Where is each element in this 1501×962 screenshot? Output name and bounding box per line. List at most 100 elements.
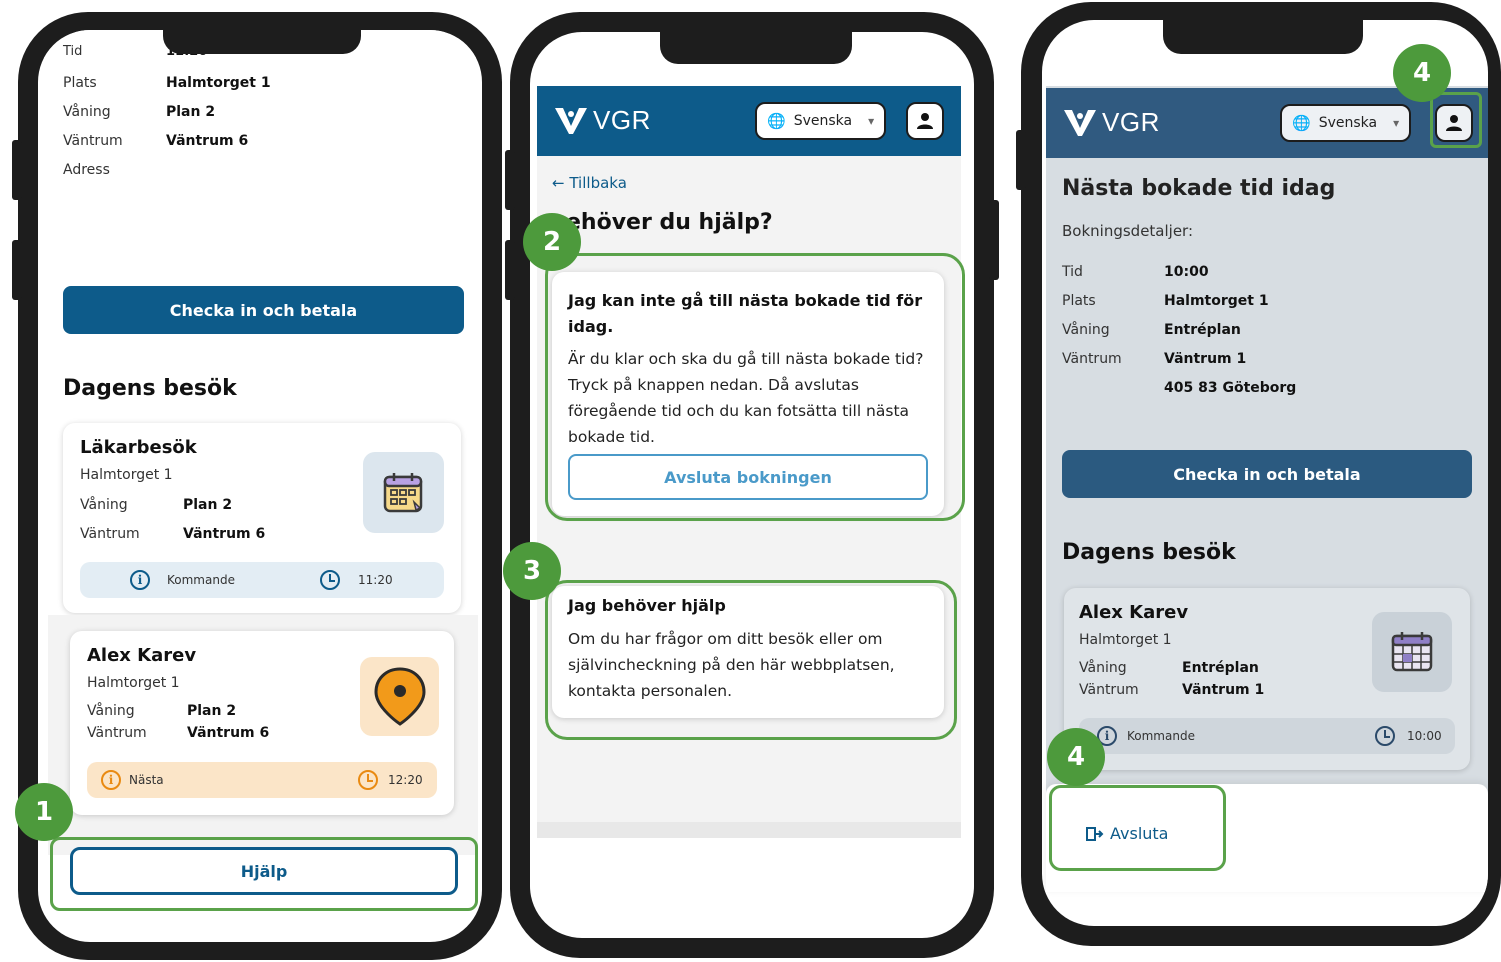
status-bar: i Kommande 10:00 <box>1079 718 1455 754</box>
info-icon: i <box>130 570 150 590</box>
card-title: Läkarbesök <box>80 437 197 458</box>
highlight-box-2 <box>545 580 957 740</box>
detail-label-vantrum: Väntrum <box>63 133 123 149</box>
vgr-logo-icon <box>555 108 587 134</box>
location-pin-icon <box>373 666 426 726</box>
clock-icon <box>320 570 340 590</box>
visit-card-2[interactable]: Alex Karev Halmtorget 1 Våning Plan 2 Vä… <box>70 631 454 815</box>
logo-text: VGR <box>593 104 651 135</box>
section-title: Dagens besök <box>1062 540 1236 565</box>
detail-label-plats: Plats <box>63 75 97 91</box>
page-subtitle: Bokningsdetaljer: <box>1062 222 1194 240</box>
detail-label-vaning: Våning <box>63 104 111 120</box>
phone-notch <box>660 32 852 64</box>
language-select[interactable]: 🌐 Svenska ▾ <box>755 102 887 140</box>
card-vaning-label: Våning <box>1079 660 1127 676</box>
card-title: Alex Karev <box>1079 602 1189 623</box>
detail-value-vaning: Plan 2 <box>166 104 216 120</box>
calendar-icon <box>1391 632 1433 672</box>
card-vantrum-value: Väntrum 6 <box>183 526 266 542</box>
detail-value-vaning: Entréplan <box>1164 322 1241 338</box>
status-time: 11:20 <box>358 573 393 587</box>
page-title: ehöver du hjälp? <box>566 210 773 235</box>
calendar-tile <box>1372 612 1452 692</box>
step-badge-4-top: 4 <box>1393 44 1451 102</box>
status-time: 10:00 <box>1407 729 1442 743</box>
detail-value-vantrum: Väntrum 1 <box>1164 351 1247 367</box>
tid-label: Tid <box>63 44 83 59</box>
card-vaning-value: Entréplan <box>1182 660 1259 676</box>
checkin-button[interactable]: Checka in och betala <box>63 286 464 334</box>
status-text: Kommande <box>1127 729 1195 743</box>
globe-icon: 🌐 <box>1292 114 1311 132</box>
calendar-icon <box>383 472 422 512</box>
detail-label-vantrum: Väntrum <box>1062 351 1122 367</box>
vgr-logo[interactable]: VGR <box>1062 106 1160 138</box>
back-label: Tillbaka <box>569 174 627 192</box>
card-vaning-label: Våning <box>80 497 128 513</box>
side-button <box>989 200 999 280</box>
page-title: Nästa bokade tid idag <box>1062 176 1336 201</box>
highlight-logout <box>1049 785 1226 871</box>
card-vaning-label: Våning <box>87 703 135 719</box>
language-select[interactable]: 🌐 Svenska ▾ <box>1280 104 1412 142</box>
card-vantrum-label: Väntrum <box>80 526 140 542</box>
card-vantrum-label: Väntrum <box>87 725 147 741</box>
step-badge-2: 2 <box>523 213 581 271</box>
highlight-user-menu <box>1430 92 1482 148</box>
highlight-box-1 <box>545 253 965 521</box>
step-badge-1: 1 <box>15 783 73 841</box>
detail-label-vaning: Våning <box>1062 322 1110 338</box>
user-icon <box>917 113 933 129</box>
visit-card[interactable]: Alex Karev Halmtorget 1 Våning Entréplan… <box>1064 588 1470 770</box>
side-button <box>505 150 515 210</box>
chevron-down-icon: ▾ <box>868 114 875 128</box>
card-vantrum-label: Väntrum <box>1079 682 1139 698</box>
detail-value-plats: Halmtorget 1 <box>166 75 271 91</box>
detail-value-address: 405 83 Göteborg <box>1164 380 1297 396</box>
section-title: Dagens besök <box>63 376 237 401</box>
phone-notch <box>163 30 361 54</box>
back-link[interactable]: ← Tillbaka <box>552 174 627 192</box>
detail-label-plats: Plats <box>1062 293 1096 309</box>
clock-icon <box>1375 726 1395 746</box>
clock-icon <box>358 770 378 790</box>
step-badge-4-bottom: 4 <box>1047 728 1105 786</box>
arrow-left-icon: ← <box>552 174 565 192</box>
chevron-down-icon: ▾ <box>1393 116 1400 130</box>
status-bar: i Nästa 12:20 <box>87 762 437 798</box>
status-text: Kommande <box>167 573 235 587</box>
globe-icon: 🌐 <box>767 112 786 130</box>
detail-label-adress: Adress <box>63 162 110 178</box>
vgr-logo-icon <box>1064 110 1096 136</box>
detail-value-vantrum: Väntrum 6 <box>166 133 249 149</box>
side-button <box>12 140 22 200</box>
phone-screen-1: Tid 11:20 Plats Halmtorget 1 Våning Plan… <box>38 30 482 942</box>
phone-notch <box>1163 20 1363 54</box>
card-vantrum-value: Väntrum 1 <box>1182 682 1265 698</box>
status-bar: i Kommande 11:20 <box>80 562 444 598</box>
highlight-help <box>50 837 478 911</box>
card-subtitle: Halmtorget 1 <box>1079 632 1172 648</box>
card-subtitle: Halmtorget 1 <box>80 467 173 483</box>
language-label: Svenska <box>793 113 853 129</box>
language-label: Svenska <box>1318 115 1378 131</box>
logo-text: VGR <box>1102 106 1160 137</box>
card-vaning-value: Plan 2 <box>183 497 233 513</box>
detail-value-plats: Halmtorget 1 <box>1164 293 1269 309</box>
vgr-logo[interactable]: VGR <box>553 104 651 136</box>
card-title: Alex Karev <box>87 645 197 666</box>
status-time: 12:20 <box>388 773 423 787</box>
calendar-tile <box>363 452 444 533</box>
side-button <box>505 240 515 300</box>
card-vaning-value: Plan 2 <box>187 703 237 719</box>
detail-label-tid: Tid <box>1062 264 1083 280</box>
checkin-button[interactable]: Checka in och betala <box>1062 450 1472 498</box>
visit-card-1[interactable]: Läkarbesök Halmtorget 1 Våning Plan 2 Vä… <box>63 423 461 613</box>
side-button <box>1016 130 1026 190</box>
status-text: Nästa <box>129 773 164 787</box>
step-badge-3: 3 <box>503 542 561 600</box>
pin-tile <box>360 657 439 736</box>
side-button <box>12 240 22 300</box>
user-menu-button[interactable] <box>906 102 944 140</box>
